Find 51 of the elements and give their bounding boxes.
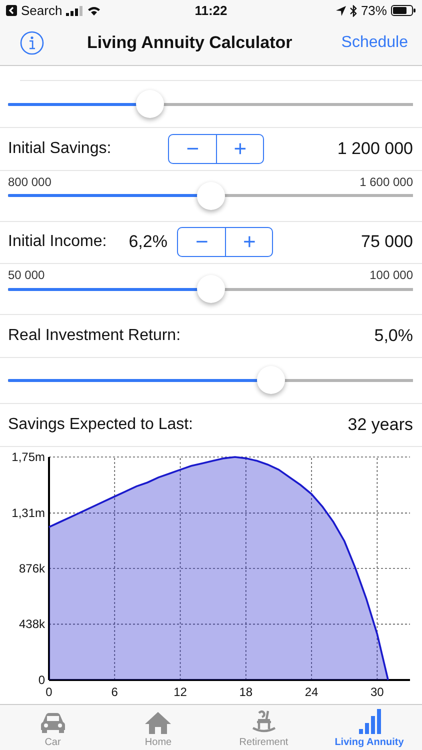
schedule-button[interactable]: Schedule	[335, 30, 414, 56]
max-label: 100 000	[370, 268, 413, 284]
increment-button[interactable]: +	[216, 134, 264, 163]
battery-icon	[390, 5, 416, 16]
increment-button[interactable]: +	[225, 228, 272, 256]
stepper[interactable]: − +	[168, 134, 264, 164]
percent-value: 6,2%	[128, 232, 168, 252]
clock: 11:22	[194, 3, 228, 18]
back-icon	[6, 5, 17, 16]
tab[interactable]: Car	[0, 705, 106, 750]
x-tick-label: 0	[46, 685, 52, 699]
result-label: Savings Expected to Last:	[8, 416, 193, 434]
x-tick-label: 30	[370, 685, 384, 699]
x-tick-label: 12	[174, 685, 187, 699]
signal-icon	[66, 6, 84, 16]
tab[interactable]: Living Annuity	[316, 705, 422, 750]
slider-thumb[interactable]	[196, 182, 224, 210]
y-tick-label: 0	[38, 673, 45, 687]
field-label: Initial Savings:	[8, 140, 112, 158]
location-icon	[336, 6, 346, 16]
y-tick-label: 876k	[18, 561, 45, 576]
slider-thumb[interactable]	[196, 275, 224, 304]
x-tick-label: 6	[111, 685, 118, 699]
info-icon[interactable]	[20, 31, 44, 56]
wifi-icon	[87, 6, 102, 16]
y-tick-label: 1,31m	[12, 506, 45, 520]
back-link[interactable]: Search	[21, 3, 62, 18]
max-label: 1 600 000	[360, 174, 413, 191]
tab[interactable]: Home	[106, 705, 211, 750]
y-tick-label: 438k	[18, 617, 45, 632]
battery-percent: 73%	[360, 3, 387, 18]
x-tick-label: 18	[239, 685, 253, 699]
slider-thumb[interactable]	[257, 366, 286, 394]
tab[interactable]: Retirement	[211, 705, 316, 750]
result-value: 32 years	[348, 415, 413, 436]
stepper[interactable]: − +	[177, 227, 274, 258]
y-tick-label: 1,75m	[12, 450, 45, 464]
min-label: 50 000	[8, 268, 45, 284]
min-label: 800 000	[8, 174, 52, 191]
field-value: 1 200 000	[337, 138, 413, 159]
field-value: 75 000	[361, 232, 413, 252]
field-label: Initial Income:	[8, 233, 107, 252]
x-tick-label: 24	[304, 685, 318, 699]
bluetooth-icon	[350, 4, 357, 17]
decrement-button[interactable]: −	[178, 228, 226, 256]
field-label: Real Investment Return:	[8, 326, 181, 345]
house-icon	[143, 711, 174, 735]
slider-thumb[interactable]	[136, 90, 164, 118]
nav-title: Living Annuity Calculator	[86, 33, 294, 54]
field-value: 5,0%	[374, 326, 413, 346]
decrement-button[interactable]: −	[169, 134, 216, 163]
